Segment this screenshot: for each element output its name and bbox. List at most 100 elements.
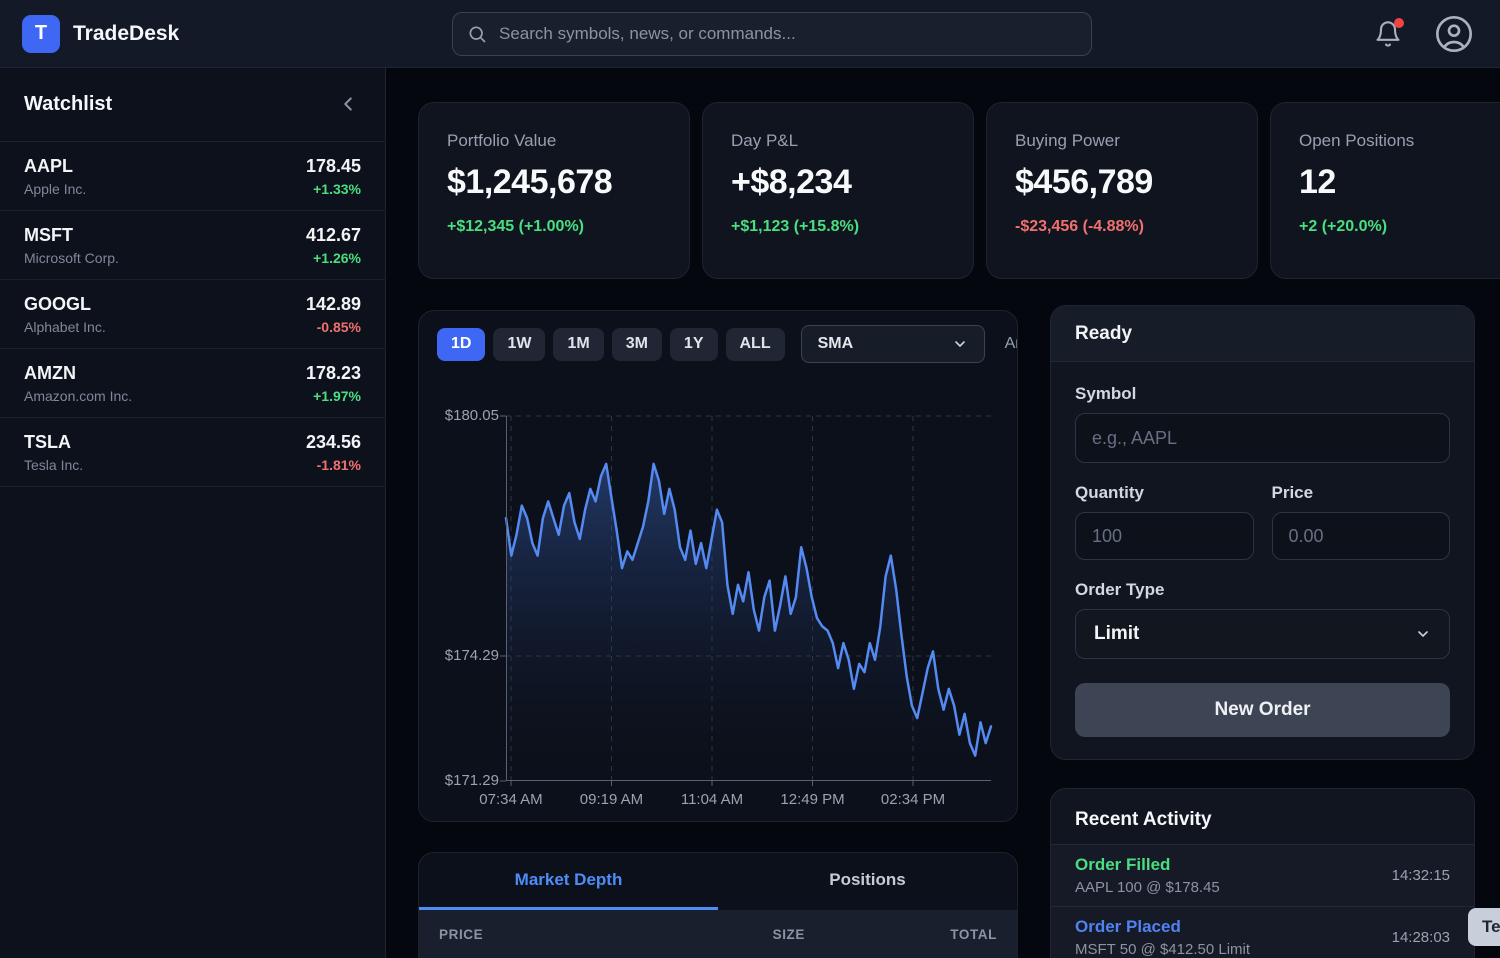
stat-label: Portfolio Value [447, 131, 661, 151]
new-order-button[interactable]: New Order [1075, 683, 1450, 737]
timeframe-button[interactable]: 1Y [670, 328, 718, 361]
watchlist-item[interactable]: AMZN Amazon.com Inc. 178.23 +1.97% [0, 349, 385, 418]
market-depth-card: Market DepthPositions PRICESIZETOTAL [418, 852, 1018, 958]
stat-card: Day P&L +$8,234 +$1,123 (+15.8%) [702, 102, 974, 279]
symbol-input[interactable] [1075, 413, 1450, 463]
watchlist-company: Microsoft Corp. [24, 250, 119, 266]
stat-card: Portfolio Value $1,245,678 +$12,345 (+1.… [418, 102, 690, 279]
order-type-select[interactable]: Limit [1075, 609, 1450, 659]
app-logo: T [22, 15, 60, 53]
quantity-input[interactable] [1075, 512, 1254, 560]
search-input[interactable] [497, 23, 1077, 45]
watchlist-item[interactable]: TSLA Tesla Inc. 234.56 -1.81% [0, 418, 385, 487]
watchlist-sidebar: Watchlist AAPL Apple Inc. 178.45 +1.33% … [0, 68, 386, 958]
timeframe-button[interactable]: 3M [612, 328, 662, 361]
price-chart-card: 1D1W1M3M1YALL SMA Anno $180.05$174.29$17… [418, 310, 1018, 822]
watchlist-price: 142.89 [306, 294, 361, 315]
toast-notification[interactable]: Te [1468, 908, 1500, 946]
watchlist-change: -1.81% [306, 457, 361, 473]
stat-value: $456,789 [1015, 163, 1229, 202]
brand: T TradeDesk [0, 15, 179, 53]
timeframe-buttons: 1D1W1M 3M1YALL [437, 328, 785, 361]
watchlist-title: Watchlist [24, 93, 112, 116]
symbol-label: Symbol [1075, 384, 1450, 404]
activity-detail: AAPL 100 @ $178.45 [1075, 879, 1220, 896]
chevron-down-icon [1415, 626, 1431, 642]
watchlist-item-left: AAPL Apple Inc. [24, 156, 86, 197]
watchlist-header: Watchlist [0, 68, 385, 142]
stat-value: $1,245,678 [447, 163, 661, 202]
quantity-label: Quantity [1075, 483, 1254, 503]
watchlist-change: +1.33% [306, 181, 361, 197]
recent-activity-panel: Recent Activity Order Filled AAPL 100 @ … [1050, 788, 1475, 958]
stat-label: Day P&L [731, 131, 945, 151]
stat-value: +$8,234 [731, 163, 945, 202]
watchlist-price: 178.45 [306, 156, 361, 177]
watchlist-item-right: 412.67 +1.26% [306, 225, 361, 266]
watchlist-company: Alphabet Inc. [24, 319, 106, 335]
watchlist-item-right: 178.45 +1.33% [306, 156, 361, 197]
depth-tab[interactable]: Positions [718, 853, 1017, 910]
chevron-down-icon [952, 336, 968, 352]
price-input[interactable] [1272, 512, 1451, 560]
depth-column-header: PRICE [439, 927, 625, 942]
chart-toolbar: 1D1W1M 3M1YALL SMA Anno [419, 311, 1017, 377]
watchlist-item[interactable]: GOOGL Alphabet Inc. 142.89 -0.85% [0, 280, 385, 349]
activity-time: 14:28:03 [1392, 929, 1450, 946]
depth-column-header: SIZE [625, 927, 811, 942]
watchlist-item-right: 234.56 -1.81% [306, 432, 361, 473]
order-form: Symbol Quantity Price Order Type Limit [1051, 362, 1474, 760]
price-chart-plot[interactable] [506, 416, 991, 781]
chevron-left-icon [337, 93, 359, 115]
quantity-price-row: Quantity Price [1075, 483, 1450, 560]
order-type-group: Order Type Limit [1075, 580, 1450, 659]
stat-card: Open Positions 12 +2 (+20.0%) [1270, 102, 1500, 279]
watchlist-symbol: AAPL [24, 156, 86, 177]
timeframe-button[interactable]: 1D [437, 328, 485, 361]
stat-label: Buying Power [1015, 131, 1229, 151]
chart-body: $180.05$174.29$171.2907:34 AM09:19 AM11:… [419, 377, 1017, 822]
depth-table-header: PRICESIZETOTAL [419, 910, 1017, 958]
x-axis-tick: 09:19 AM [580, 791, 643, 808]
indicator-select[interactable]: SMA [801, 325, 985, 363]
watchlist-symbol: GOOGL [24, 294, 106, 315]
watchlist-price: 412.67 [306, 225, 361, 246]
timeframe-button[interactable]: 1W [493, 328, 545, 361]
watchlist-item-right: 178.23 +1.97% [306, 363, 361, 404]
user-circle-icon [1434, 14, 1474, 54]
app-screen: T TradeDesk Watchlist AAPL Ap [0, 0, 1500, 958]
timeframe-button[interactable]: 1M [553, 328, 603, 361]
order-type-label: Order Type [1075, 580, 1450, 600]
activity-list: Order Filled AAPL 100 @ $178.45 14:32:15… [1051, 844, 1474, 958]
header-actions [1374, 0, 1474, 68]
order-panel-status: Ready [1051, 306, 1474, 362]
stat-label: Open Positions [1299, 131, 1500, 151]
x-axis-tick: 12:49 PM [780, 791, 844, 808]
account-button[interactable] [1434, 14, 1474, 54]
depth-column-header: TOTAL [811, 927, 997, 942]
stat-change: +2 (+20.0%) [1299, 218, 1500, 236]
price-label: Price [1272, 483, 1451, 503]
watchlist-item[interactable]: AAPL Apple Inc. 178.45 +1.33% [0, 142, 385, 211]
watchlist-symbol: MSFT [24, 225, 119, 246]
stat-value: 12 [1299, 163, 1500, 202]
notifications-button[interactable] [1374, 20, 1402, 48]
depth-tab[interactable]: Market Depth [419, 853, 718, 910]
activity-row-left: Order Placed MSFT 50 @ $412.50 Limit [1075, 917, 1250, 958]
search-icon [467, 24, 487, 44]
top-header: T TradeDesk [0, 0, 1500, 68]
sidebar-collapse-button[interactable] [337, 93, 361, 117]
y-axis-tick: $171.29 [419, 772, 499, 789]
watchlist-symbol: AMZN [24, 363, 132, 384]
y-axis-tick: $174.29 [419, 647, 499, 664]
watchlist-price: 234.56 [306, 432, 361, 453]
watchlist-item[interactable]: MSFT Microsoft Corp. 412.67 +1.26% [0, 211, 385, 280]
indicator-value: SMA [818, 335, 854, 353]
annotations-control[interactable]: Anno [1005, 335, 1018, 353]
notification-dot [1394, 18, 1404, 28]
global-search[interactable] [452, 12, 1092, 56]
stat-change: +$1,123 (+15.8%) [731, 218, 945, 236]
watchlist-items: AAPL Apple Inc. 178.45 +1.33% MSFT Micro… [0, 142, 385, 487]
price-field-group: Price [1272, 483, 1451, 560]
timeframe-button[interactable]: ALL [726, 328, 785, 361]
